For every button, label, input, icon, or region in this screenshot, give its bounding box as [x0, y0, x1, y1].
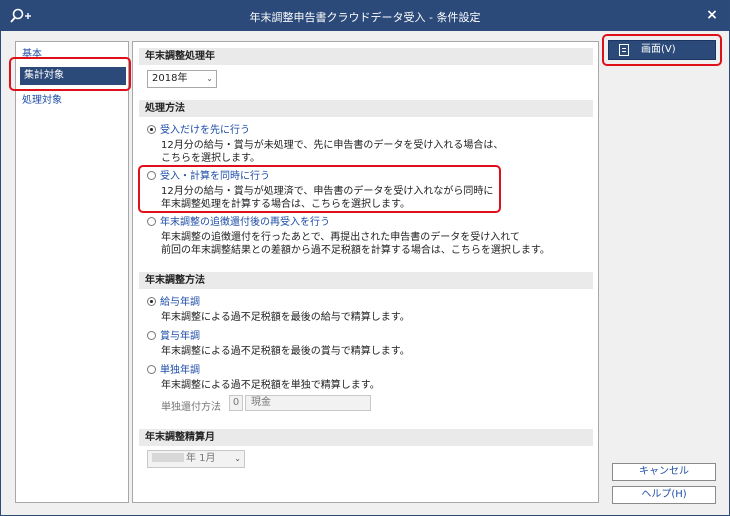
year-select[interactable]: 2018年 ⌄	[147, 70, 217, 88]
main-panel: 年末調整処理年 2018年 ⌄ 処理方法 受入だけを先に行う 12月分の給与・賞…	[132, 41, 599, 503]
adjust-option-salary[interactable]: 給与年調	[147, 296, 200, 310]
month-select[interactable]: 年 1月 ⌄	[147, 450, 245, 468]
help-button[interactable]: ヘルプ(H)	[612, 486, 716, 504]
chevron-down-icon: ⌄	[234, 454, 241, 463]
chevron-down-icon: ⌄	[206, 74, 213, 83]
section-year-title: 年末調整処理年	[139, 48, 593, 65]
radio-selected-icon	[147, 125, 156, 134]
radio-selected-icon	[147, 297, 156, 306]
title-bar: 年末調整申告書クラウドデータ受入 - 条件設定 ×	[1, 1, 729, 31]
method-option-re-receive[interactable]: 年末調整の追徴還付後の再受入を行う	[147, 216, 330, 230]
method-option-label: 受入だけを先に行う	[160, 125, 250, 136]
adjust-option-label: 給与年調	[160, 297, 200, 308]
cancel-button[interactable]: キャンセル	[612, 463, 716, 481]
method-option-label: 年末調整の追徴還付後の再受入を行う	[160, 217, 330, 228]
adjust-option-label: 賞与年調	[160, 331, 200, 342]
blurred-era	[152, 453, 184, 462]
adjust-option-desc: 年末調整による過不足税額を単独で精算します。	[161, 380, 380, 391]
adjust-option-desc: 年末調整による過不足税額を最後の給与で精算します。	[161, 312, 410, 323]
window-title: 年末調整申告書クラウドデータ受入 - 条件設定	[249, 11, 481, 24]
radio-unselected-icon	[147, 331, 156, 340]
method-option-receive-first[interactable]: 受入だけを先に行う	[147, 124, 250, 138]
radio-unselected-icon	[147, 365, 156, 374]
adjust-option-desc: 年末調整による過不足税額を最後の賞与で精算します。	[161, 346, 410, 357]
refund-code-field: 0	[229, 395, 243, 411]
close-icon[interactable]: ×	[703, 6, 721, 24]
highlight-screen-button	[602, 34, 722, 66]
radio-unselected-icon	[147, 217, 156, 226]
refund-value-field: 現金	[245, 395, 371, 411]
highlight-method-option	[138, 165, 501, 213]
section-month-title: 年末調整精算月	[139, 429, 593, 446]
method-option-desc: 12月分の給与・賞与が未処理で、先に申告書のデータを受け入れる場合は、 こちらを…	[161, 140, 504, 164]
highlight-sidebar	[9, 57, 131, 91]
adjust-option-standalone[interactable]: 単独年調	[147, 364, 200, 378]
section-method-title: 処理方法	[139, 100, 593, 117]
refund-method-label: 単独還付方法	[161, 402, 221, 413]
section-adjust-title: 年末調整方法	[139, 272, 593, 289]
adjust-option-bonus[interactable]: 賞与年調	[147, 330, 200, 344]
sidebar: 基本 集計対象 処理対象	[15, 41, 129, 503]
method-option-desc: 年末調整の追徴還付を行ったあとで、再提出された申告書のデータを受け入れて 前回の…	[161, 232, 550, 256]
sidebar-item-process[interactable]: 処理対象	[22, 92, 126, 110]
dialog-window: 年末調整申告書クラウドデータ受入 - 条件設定 × 基本 集計対象 処理対象 年…	[0, 0, 730, 516]
month-value: 年 1月	[186, 453, 216, 464]
adjust-option-label: 単独年調	[160, 365, 200, 376]
year-value: 2018年	[152, 73, 188, 84]
